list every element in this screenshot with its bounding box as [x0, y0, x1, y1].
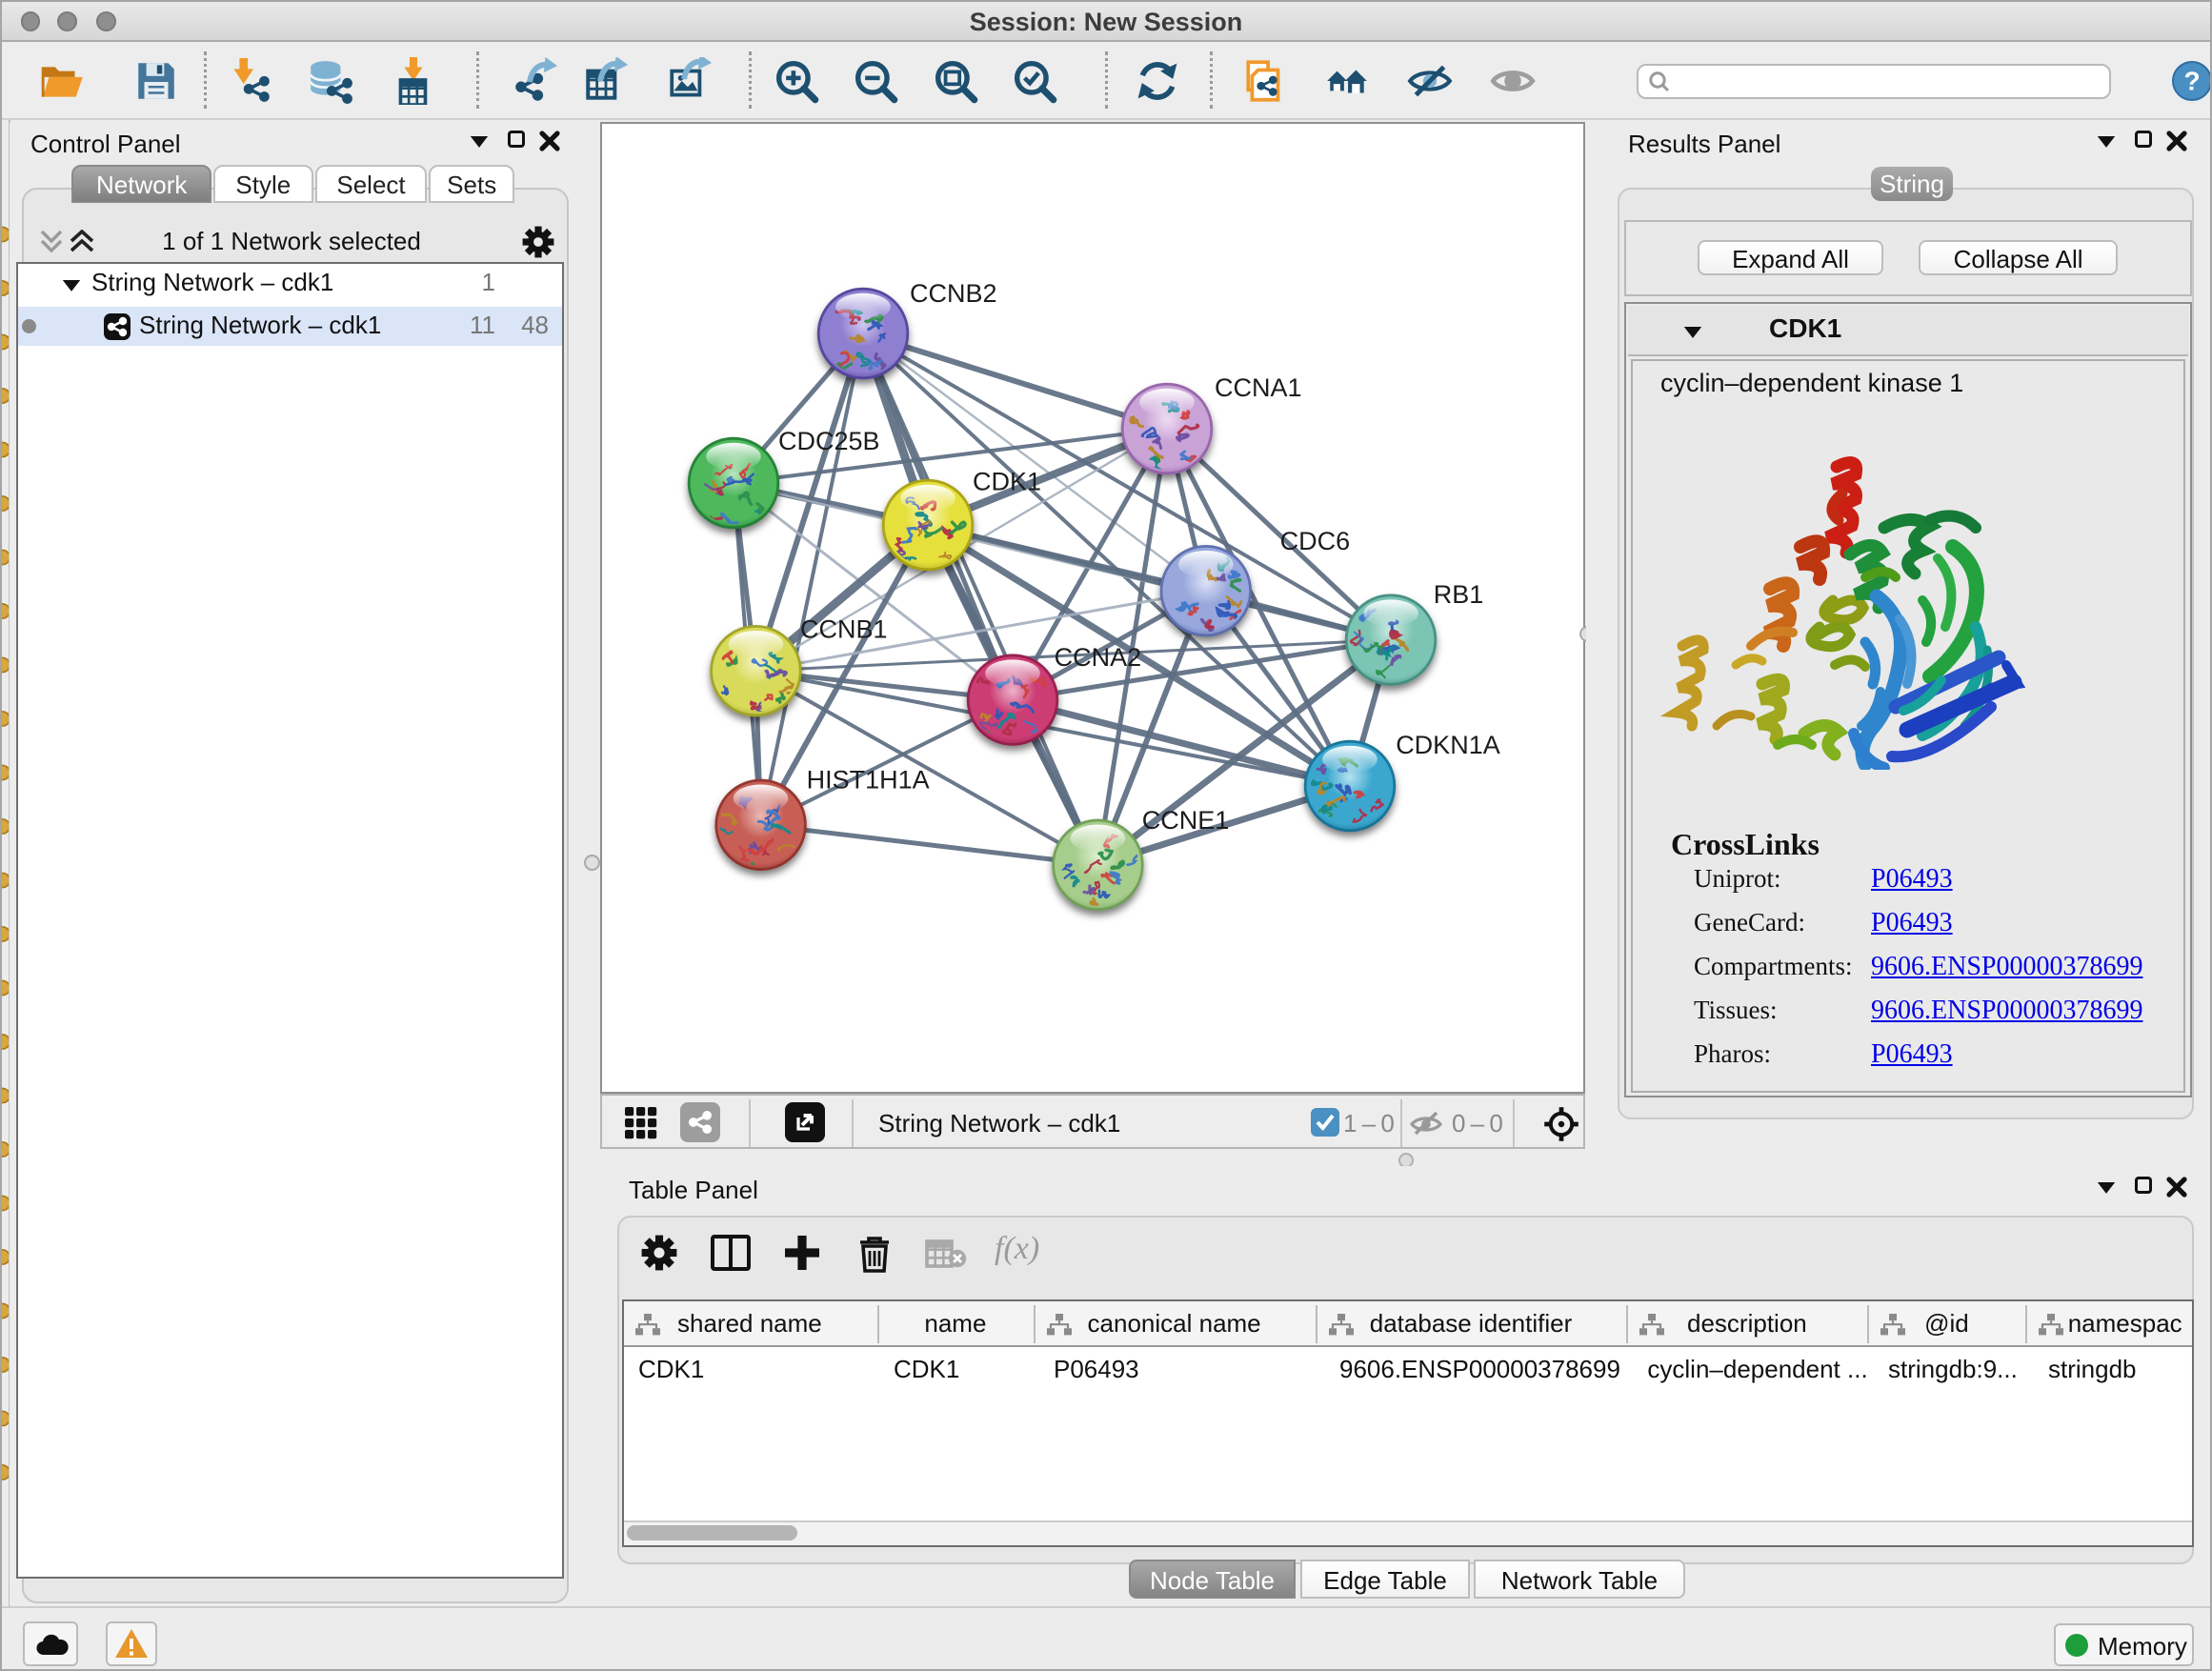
- svg-text:RB1: RB1: [1434, 580, 1484, 609]
- svg-text:CCNB2: CCNB2: [910, 279, 997, 308]
- svg-text:?: ?: [2183, 66, 2200, 95]
- svg-text:CCNA1: CCNA1: [1215, 373, 1302, 402]
- svg-text:CDC25B: CDC25B: [778, 427, 880, 455]
- svg-text:CCNB1: CCNB1: [800, 614, 888, 643]
- svg-text:CDK1: CDK1: [973, 468, 1041, 496]
- svg-text:CDC6: CDC6: [1280, 527, 1351, 555]
- svg-text:CCNE1: CCNE1: [1142, 806, 1230, 835]
- svg-text:CDKN1A: CDKN1A: [1396, 731, 1500, 759]
- svg-text:HIST1H1A: HIST1H1A: [807, 765, 930, 794]
- svg-text:CCNA2: CCNA2: [1055, 643, 1142, 672]
